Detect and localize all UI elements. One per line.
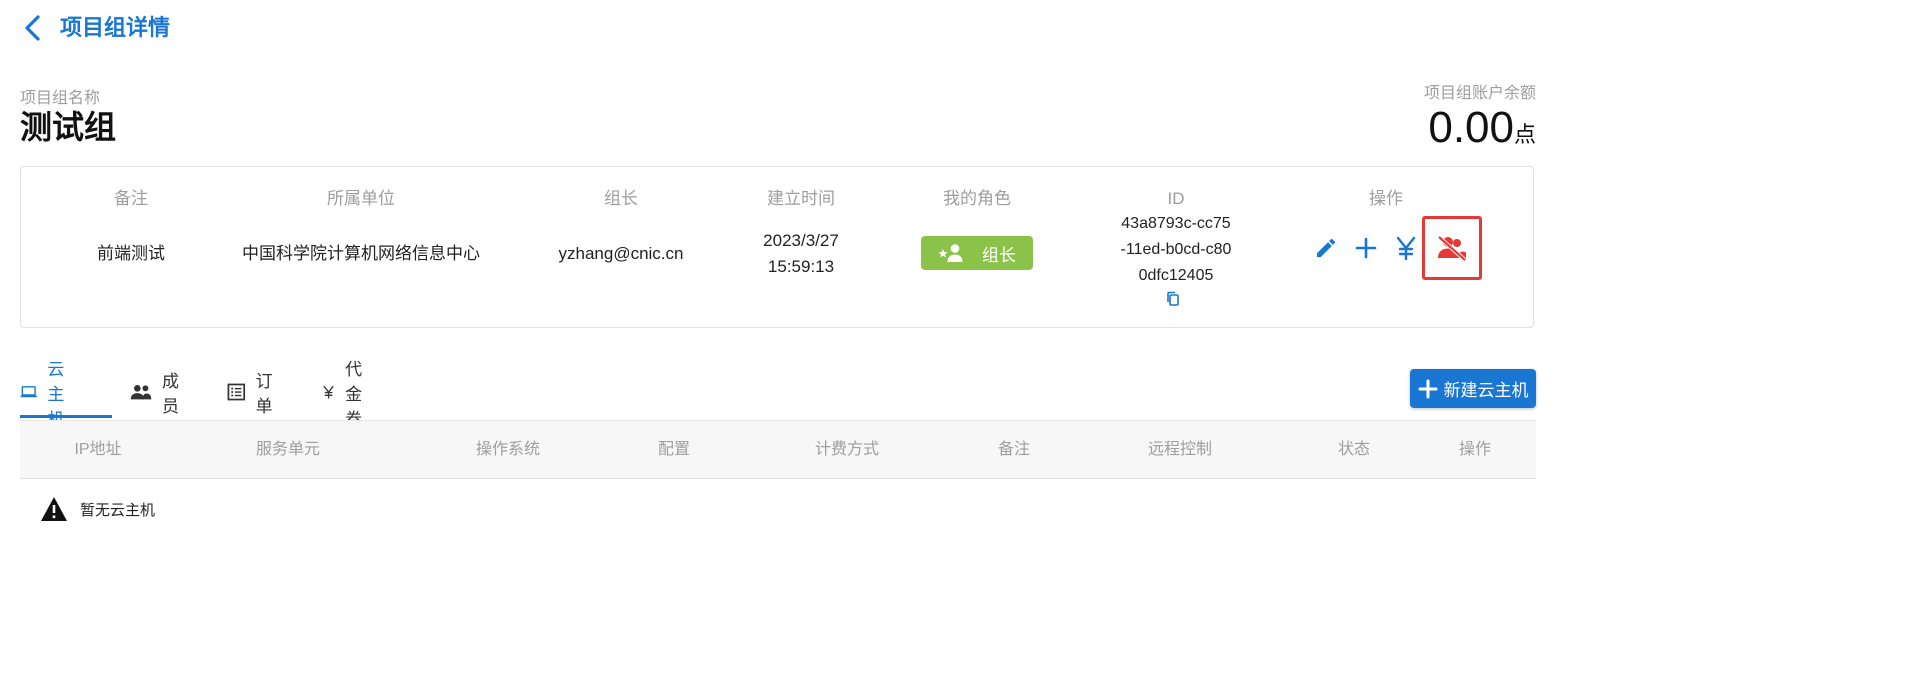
- leader-header: 组长: [604, 189, 638, 208]
- add-icon: [1418, 379, 1437, 398]
- balance-value: 0.00点: [1428, 100, 1536, 156]
- group-name-label: 项目组名称: [20, 90, 101, 107]
- group-info-card: 备注 所属单位 组长 建立时间 我的角色 ID 操作 前端测试 中国科学院计算机…: [20, 166, 1534, 328]
- empty-state: 暂无云主机: [40, 496, 155, 522]
- balance-number: 0.00: [1428, 103, 1514, 152]
- column-header-config: 配置: [657, 441, 691, 458]
- chevron-left-icon: [25, 15, 40, 41]
- column-header-status: 状态: [1337, 441, 1371, 458]
- tab-orders[interactable]: 订单: [227, 366, 280, 418]
- tab-vms-label: 云主机: [47, 359, 65, 429]
- balance-button[interactable]: [1391, 233, 1421, 263]
- remark-header: 备注: [114, 189, 148, 208]
- yuan-icon: [323, 385, 334, 399]
- add-icon: [1355, 237, 1377, 259]
- id-value: 43a8793c-cc75 -11ed-b0cd-c80 0dfc12405: [1091, 211, 1261, 289]
- created-header: 建立时间: [767, 189, 835, 208]
- column-header-ip: IP地址: [74, 441, 122, 458]
- created-value: 2023/3/27 15:59:13: [741, 228, 861, 280]
- id-line-1: 43a8793c-cc75: [1121, 215, 1231, 232]
- column-header-remark: 备注: [997, 441, 1031, 458]
- remove-member-icon: [1437, 235, 1467, 262]
- remove-member-button[interactable]: [1430, 230, 1474, 266]
- org-value: 中国科学院计算机网络信息中心: [242, 244, 480, 263]
- back-button[interactable]: [20, 12, 48, 44]
- warning-icon: [41, 497, 67, 521]
- empty-state-text: 暂无云主机: [80, 501, 156, 519]
- tab-coupons[interactable]: 代金券: [322, 360, 373, 429]
- column-header-remote-control: 远程控制: [1147, 441, 1213, 458]
- vm-table-header: IP地址 服务单元 操作系统 配置 计费方式 备注 远程控制 状态 操作: [20, 420, 1536, 479]
- created-time: 15:59:13: [767, 257, 835, 276]
- list-icon: [227, 383, 246, 401]
- balance-unit: 点: [1513, 122, 1536, 147]
- new-vm-button[interactable]: 新建云主机: [1410, 369, 1536, 408]
- role-chip: 组长: [921, 236, 1033, 270]
- column-header-os: 操作系统: [475, 441, 541, 458]
- people-icon: [130, 385, 152, 400]
- role-label: 组长: [982, 245, 1016, 265]
- tab-members-label: 成员: [162, 372, 180, 416]
- tab-vms[interactable]: 云主机: [20, 360, 77, 429]
- person-star-icon: [938, 244, 963, 262]
- id-header: ID: [1167, 189, 1185, 208]
- copy-icon: [1167, 291, 1179, 306]
- group-name: 测试组: [20, 109, 117, 145]
- role-header: 我的角色: [943, 189, 1011, 208]
- tab-orders-label: 订单: [255, 372, 273, 416]
- leader-value: yzhang@cnic.cn: [558, 244, 684, 263]
- created-date: 2023/3/27: [763, 231, 839, 250]
- actions-header: 操作: [1369, 189, 1403, 208]
- id-line-2: -11ed-b0cd-c80: [1120, 241, 1232, 258]
- copy-id-button[interactable]: [1161, 287, 1185, 311]
- org-header: 所属单位: [327, 189, 395, 208]
- tab-coupons-label: 代金券: [345, 359, 363, 429]
- column-header-billing: 计费方式: [814, 441, 880, 458]
- page-title: 项目组详情: [60, 15, 171, 40]
- tab-members[interactable]: 成员: [130, 366, 187, 418]
- id-line-3: 0dfc12405: [1138, 267, 1214, 284]
- laptop-icon: [20, 386, 37, 398]
- column-header-service-unit: 服务单元: [255, 441, 321, 458]
- yuan-icon: [1396, 236, 1416, 260]
- active-tab-indicator: [20, 415, 112, 418]
- column-header-actions: 操作: [1458, 441, 1492, 458]
- add-button[interactable]: [1351, 233, 1381, 263]
- edit-button[interactable]: [1311, 233, 1341, 263]
- new-vm-label: 新建云主机: [1443, 381, 1529, 400]
- edit-icon: [1317, 238, 1336, 257]
- remark-value: 前端测试: [97, 244, 165, 263]
